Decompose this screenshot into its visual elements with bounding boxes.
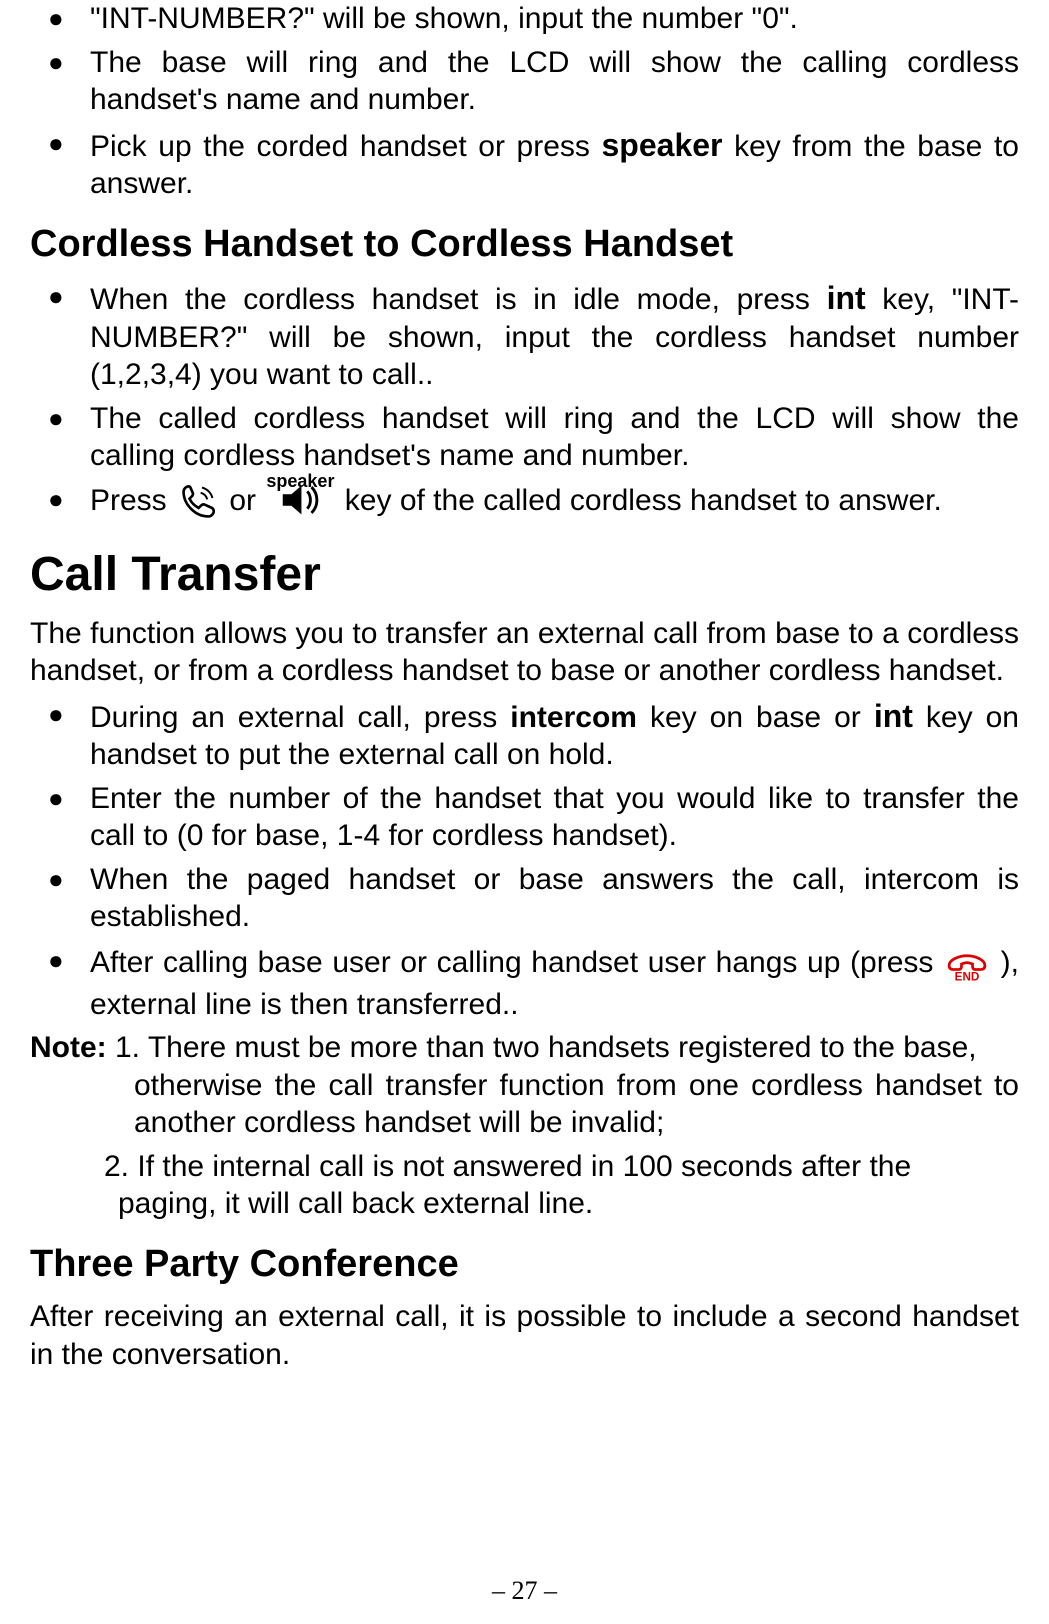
text: The base will ring and the LCD will show…	[90, 46, 1019, 117]
text: When the paged handset or base answers t…	[90, 863, 1019, 934]
text-mid: key on base or	[650, 701, 874, 734]
transfer-paragraph: The function allows you to transfer an e…	[30, 615, 1019, 690]
text-pre: When the cordless handset is in idle mod…	[90, 283, 827, 316]
bullet-during-external: During an external call, press intercom …	[30, 696, 1019, 774]
cordless-bullet-list: When the cordless handset is in idle mod…	[30, 278, 1019, 523]
note-block: Note: 1. There must be more than two han…	[30, 1029, 1019, 1223]
bullet-press-answer: Press or speaker	[30, 481, 1019, 523]
bullet-cordless-idle: When the cordless handset is in idle mod…	[30, 278, 1019, 394]
text: Enter the number of the handset that you…	[90, 782, 1019, 853]
note-2-line2: paging, it will call back external line.	[30, 1185, 1019, 1223]
transfer-bullet-list: During an external call, press intercom …	[30, 696, 1019, 1024]
int-key-label-2: int	[874, 698, 913, 734]
note-1-line1: 1. There must be more than two handsets …	[115, 1031, 977, 1064]
text: The called cordless handset will ring an…	[90, 402, 1019, 473]
bullet-pickup-speaker: Pick up the corded handset or press spea…	[30, 125, 1019, 203]
bullet-base-ring: The base will ring and the LCD will show…	[30, 44, 1019, 119]
text-pre: During an external call, press	[90, 701, 510, 734]
text-pre: After calling base user or calling hands…	[90, 945, 943, 978]
speaker-icon	[277, 477, 323, 523]
end-icon: END	[945, 942, 989, 986]
bullet-enter-number: Enter the number of the handset that you…	[30, 780, 1019, 855]
speaker-key-label: speaker	[602, 127, 723, 163]
bullet-hangup-transfer: After calling base user or calling hands…	[30, 942, 1019, 1024]
note-1-line2: otherwise the call transfer function fro…	[30, 1067, 1019, 1142]
heading-three-party: Three Party Conference	[30, 1241, 1019, 1289]
speaker-icon-with-label: speaker	[266, 481, 334, 523]
bullet-int-number: "INT-NUMBER?" will be shown, input the n…	[30, 0, 1019, 38]
text-post: key of the called cordless handset to an…	[345, 483, 942, 516]
note-2-line1: 2. If the internal call is not answered …	[104, 1148, 1019, 1186]
heading-cordless-to-cordless: Cordless Handset to Cordless Handset	[30, 221, 1019, 269]
note-label: Note:	[30, 1031, 115, 1064]
text-pre: Pick up the corded handset or press	[90, 130, 602, 163]
content: "INT-NUMBER?" will be shown, input the n…	[30, 0, 1019, 1373]
page-number: – 27 –	[0, 1576, 1049, 1606]
intercom-key-label: intercom	[510, 701, 637, 734]
bullet-intercom-established: When the paged handset or base answers t…	[30, 861, 1019, 936]
int-key-label: int	[827, 280, 866, 316]
top-bullet-list: "INT-NUMBER?" will be shown, input the n…	[30, 0, 1019, 203]
conference-paragraph: After receiving an external call, it is …	[30, 1298, 1019, 1373]
text-pre: Press	[90, 483, 175, 516]
talk-icon	[177, 481, 219, 523]
text-mid: or	[229, 483, 264, 516]
end-icon-text: END	[955, 970, 980, 983]
heading-call-transfer: Call Transfer	[30, 545, 1019, 605]
bullet-called-ring: The called cordless handset will ring an…	[30, 400, 1019, 475]
text: "INT-NUMBER?" will be shown, input the n…	[90, 2, 798, 35]
page: "INT-NUMBER?" will be shown, input the n…	[0, 0, 1049, 1624]
